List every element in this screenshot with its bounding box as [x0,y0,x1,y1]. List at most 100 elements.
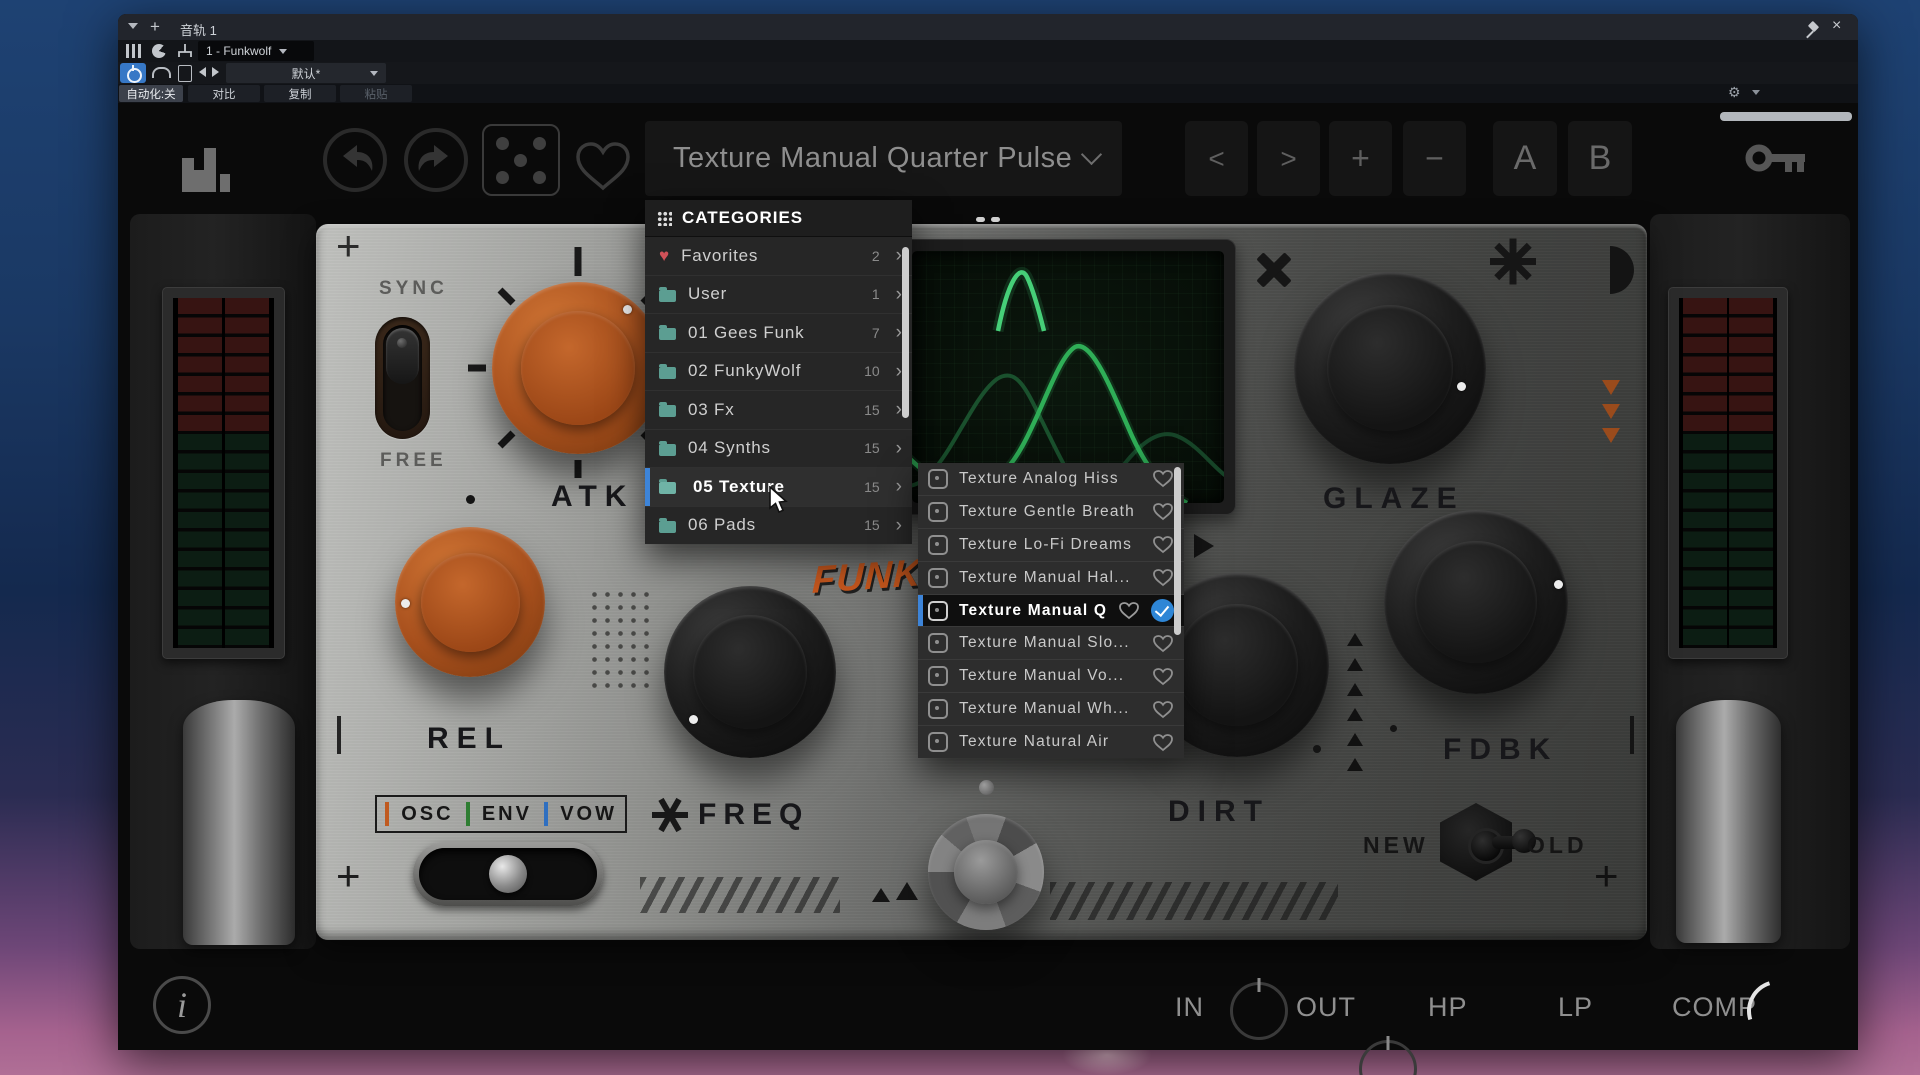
rel-label: REL [427,722,511,756]
folder-icon [659,405,676,417]
heart-outline-icon[interactable] [1152,469,1174,488]
sync-free-toggle-knob[interactable] [386,328,419,384]
preset-file-icon[interactable] [178,65,192,82]
categories-scrollbar[interactable] [902,247,909,418]
atk-knob[interactable] [492,282,664,454]
gear-icon[interactable]: ⚙ [1728,84,1741,101]
license-key-icon[interactable] [1745,138,1807,178]
morph-slider-handle[interactable] [489,855,527,893]
preset-item[interactable]: Texture Manual Wh... [918,693,1184,726]
orange-triangle [1602,404,1620,419]
preset-item[interactable]: Texture Manual Vo... [918,660,1184,693]
heart-icon: ♥ [659,247,669,264]
pin-icon[interactable] [1806,22,1822,38]
preset-icon [928,601,948,621]
left-level-meter [162,287,285,659]
channel-strip-icon[interactable] [126,44,141,58]
preset-combo-arrow-icon[interactable] [370,71,378,76]
category-item-funkywolf[interactable]: 02 FunkyWolf 10 › [645,353,912,392]
category-label: 04 Synths [688,438,844,458]
category-item-gees-funk[interactable]: 01 Gees Funk 7 › [645,314,912,353]
right-foot-cylinder [1676,700,1781,943]
prev-preset-icon[interactable] [199,67,206,77]
category-item-fx[interactable]: 03 Fx 15 › [645,391,912,430]
preset-name-dropdown[interactable]: Texture Manual Quarter Pulse [645,121,1122,196]
redo-button[interactable] [404,128,468,192]
atk-label: ATK [551,480,634,514]
sync-free-toggle[interactable] [375,317,430,439]
favorite-heart-button[interactable] [572,140,634,192]
category-item-favorites[interactable]: ♥ Favorites 2 › [645,237,912,276]
morph-slider[interactable] [413,842,603,906]
next-preset-icon[interactable] [212,67,219,77]
heart-outline-icon[interactable] [1152,634,1174,653]
preset-item[interactable]: Texture Gentle Breath [918,496,1184,529]
old-label: OLD [1527,832,1588,859]
folder-icon [659,328,676,340]
preset-item[interactable]: Texture Analog Hiss [918,463,1184,496]
preset-item[interactable]: Texture Manual Slo... [918,627,1184,660]
daw-preset-combo[interactable]: 默认* [226,63,386,83]
settings-arrow-icon[interactable] [1752,90,1760,95]
window-titlebar[interactable] [118,14,1858,40]
heart-outline-icon[interactable] [1152,502,1174,521]
automation-button[interactable]: 自动化:关 [119,85,183,102]
instrument-slot-dropdown[interactable]: 1 - Funkwolf [198,41,314,61]
heart-outline-icon[interactable] [1152,700,1174,719]
fdbk-knob[interactable] [1384,510,1568,694]
window-collapse-icon[interactable] [128,23,138,29]
compare-button[interactable]: 对比 [188,85,260,102]
preset-label: Texture Manual Slo... [959,634,1141,652]
ab-slot-a-button[interactable]: A [1493,121,1557,196]
ab-slot-b-button[interactable]: B [1568,121,1632,196]
env-label[interactable]: ENV [482,803,532,826]
add-track-button[interactable]: + [150,17,160,37]
category-item-user[interactable]: User 1 › [645,276,912,315]
save-preset-button[interactable]: + [1329,121,1392,196]
prev-preset-button[interactable]: < [1185,121,1248,196]
category-label: 01 Gees Funk [688,323,844,343]
triangle-column [1347,633,1363,646]
knob-mode-icon[interactable] [152,67,171,78]
preset-item[interactable]: Texture Lo-Fi Dreams [918,529,1184,562]
orange-triangle [1602,380,1620,395]
x-decoration [1254,250,1294,290]
center-metal-knob[interactable] [928,814,1044,930]
heart-outline-icon[interactable] [1152,568,1174,587]
bypass-power-button[interactable] [120,63,146,83]
preset-item[interactable]: Texture Manual Hal... [918,562,1184,595]
info-button[interactable]: i [153,976,211,1034]
delete-preset-button[interactable]: − [1403,121,1466,196]
freq-knob[interactable] [664,586,836,758]
sync-label: SYNC [379,278,448,300]
hatch-decoration [1050,882,1338,920]
preset-item[interactable]: Texture Natural Air [918,726,1184,758]
heart-outline-icon[interactable] [1118,601,1140,620]
osc-label[interactable]: OSC [401,803,453,826]
preset-item-selected[interactable]: Texture Manual Qu... [918,595,1184,628]
category-label: 05 Texture [688,477,844,497]
heart-outline-icon[interactable] [1152,733,1174,752]
redo-arrow-icon [408,132,464,188]
routing-icon[interactable] [176,43,194,59]
undo-button[interactable] [323,128,387,192]
mode-selector[interactable]: OSC ENV VOW [375,795,627,833]
in-knob[interactable] [1230,982,1288,1040]
preset-list-scrollbar[interactable] [1174,467,1181,635]
heart-outline-icon[interactable] [1152,535,1174,554]
glaze-knob[interactable] [1294,272,1486,464]
category-count: 2 [856,248,880,264]
randomize-dice-button[interactable] [482,124,560,196]
horizontal-scrollbar[interactable] [1720,112,1852,121]
heart-outline-icon[interactable] [1152,667,1174,686]
preset-label: Texture Manual Wh... [959,700,1141,718]
vow-label[interactable]: VOW [560,803,617,826]
copy-button[interactable]: 复制 [264,85,336,102]
category-item-synths[interactable]: 04 Synths 15 › [645,430,912,469]
triangle-decoration [872,888,890,902]
paste-button[interactable]: 粘贴 [340,85,412,102]
rel-knob[interactable] [395,527,545,677]
knob-view-icon[interactable] [152,44,166,58]
close-icon[interactable]: × [1832,17,1841,35]
next-preset-button[interactable]: > [1257,121,1320,196]
